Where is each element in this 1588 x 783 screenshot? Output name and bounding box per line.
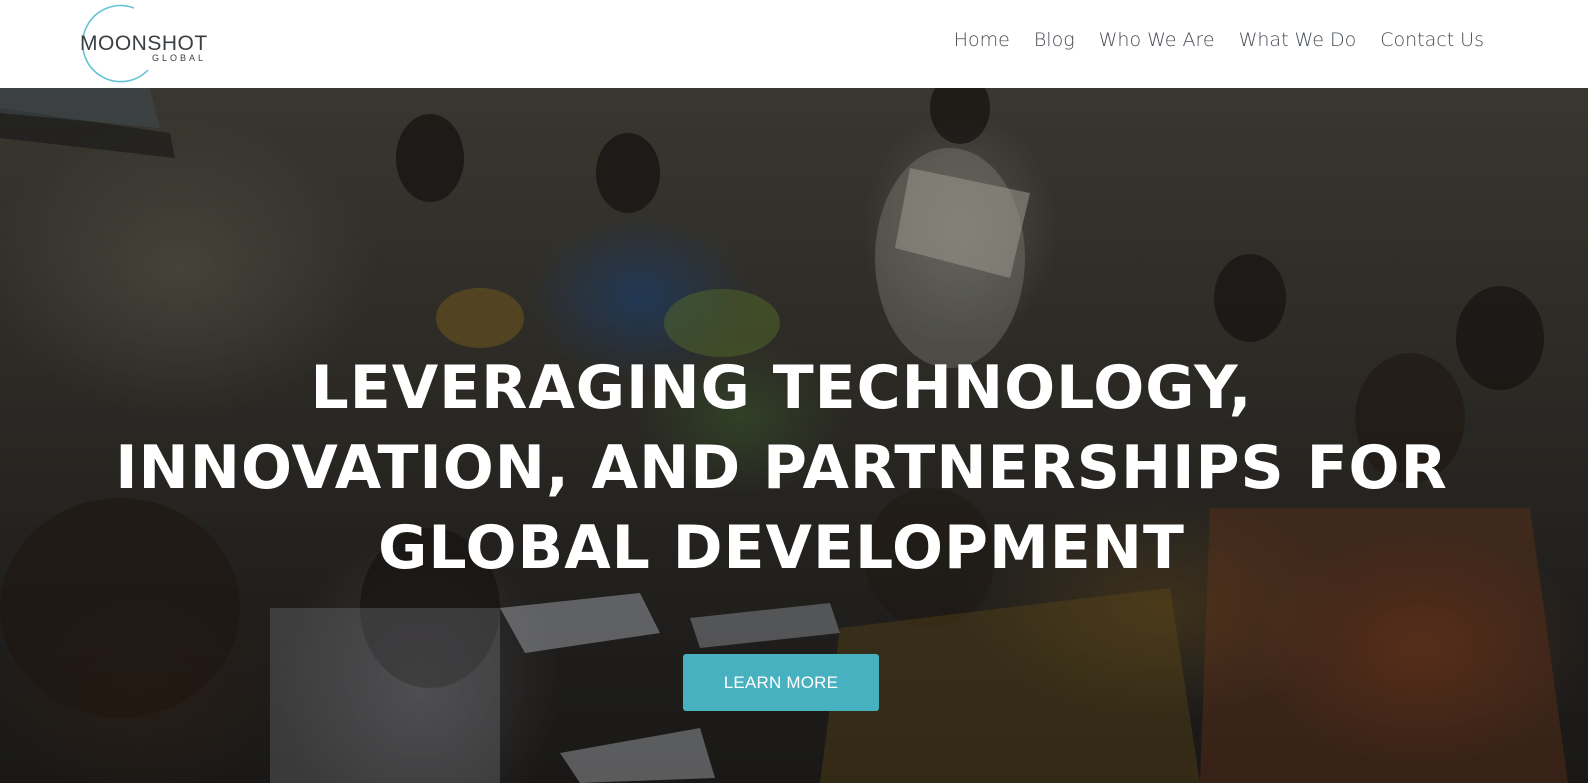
main-nav: Home Blog Who We Are What We Do Contact … (930, 27, 1484, 53)
hero-heading-line: LEVERAGING TECHNOLOGY, (310, 353, 1253, 423)
hero-heading: LEVERAGING TECHNOLOGY, INNOVATION, AND P… (0, 348, 1563, 588)
site-header: MOONSHOT GLOBAL Home Blog Who We Are Wha… (0, 0, 1588, 88)
moonshot-logo[interactable]: MOONSHOT GLOBAL (74, 2, 224, 84)
hero-heading-line: GLOBAL DEVELOPMENT (378, 513, 1185, 583)
nav-item-home[interactable]: Home (954, 27, 1010, 53)
nav-item-contact-us[interactable]: Contact Us (1380, 27, 1484, 53)
nav-item-who-we-are[interactable]: Who We Are (1099, 27, 1215, 53)
hero-heading-line: INNOVATION, AND PARTNERSHIPS FOR (115, 433, 1448, 503)
hero-section: LEVERAGING TECHNOLOGY, INNOVATION, AND P… (0, 88, 1588, 783)
nav-item-what-we-do[interactable]: What We Do (1239, 27, 1357, 53)
logo-subtitle: GLOBAL (152, 53, 207, 63)
learn-more-button[interactable]: LEARN MORE (683, 654, 879, 711)
nav-item-blog[interactable]: Blog (1034, 27, 1075, 53)
